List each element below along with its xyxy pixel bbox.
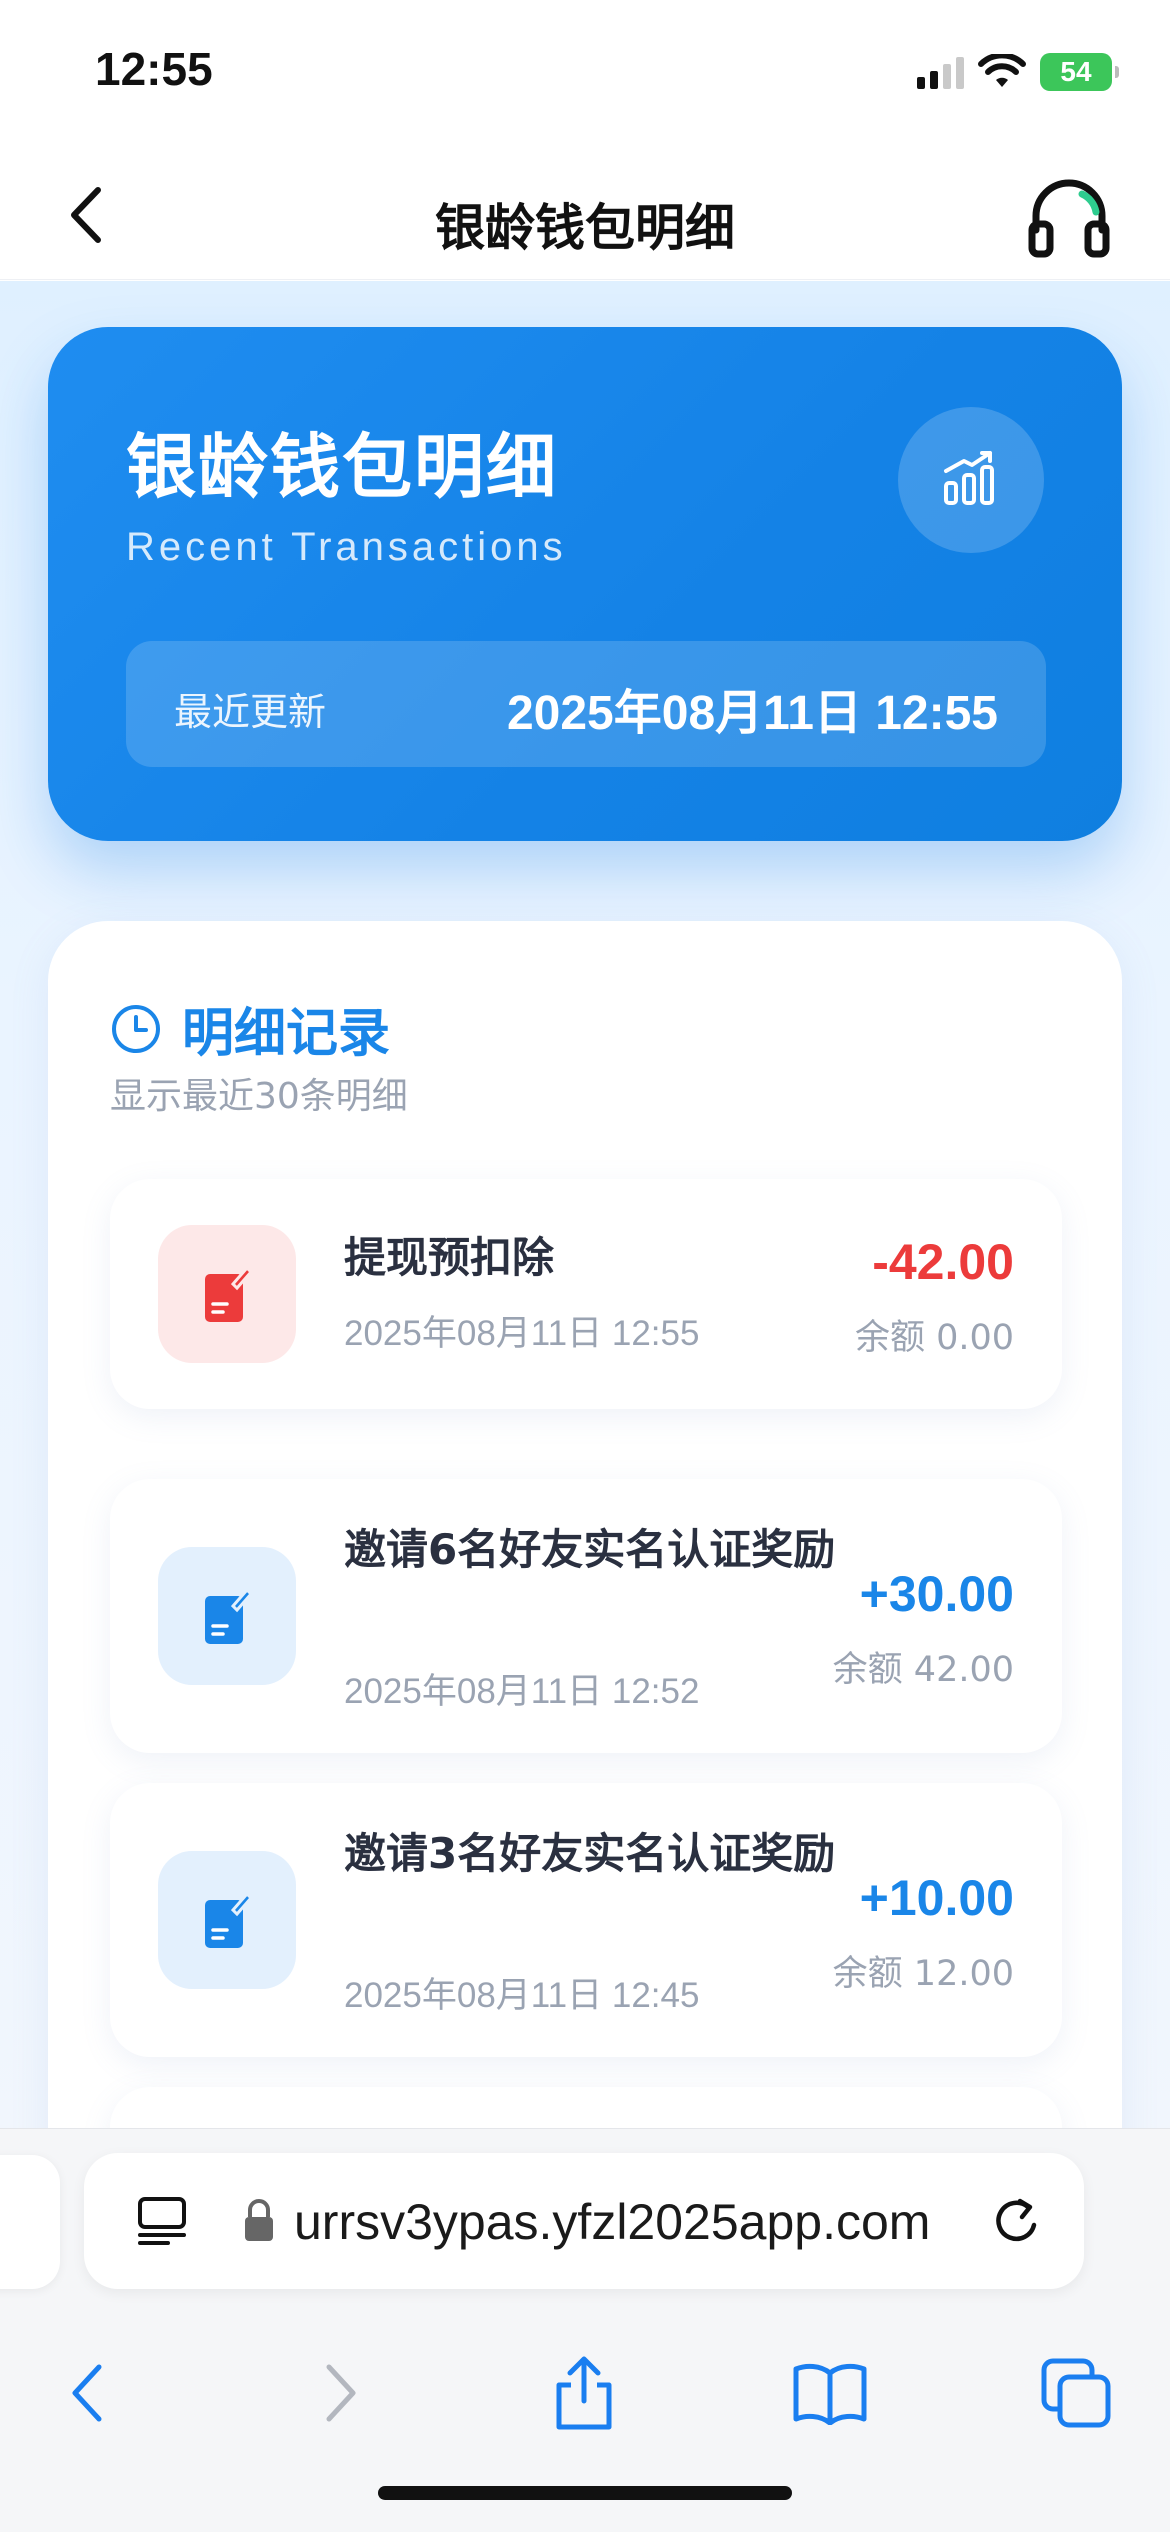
clock-icon [112, 1004, 160, 1053]
reload-icon[interactable] [990, 2195, 1044, 2249]
transaction-title: 邀请3名好友实名认证奖励 [344, 1829, 836, 1878]
back-arrow-icon[interactable] [48, 2353, 128, 2433]
hero-subtitle: Recent Transactions [126, 525, 567, 569]
transaction-item[interactable]: 提现预扣除 2025年08月11日 12:55 -42.00 余额 0.00 [110, 1179, 1062, 1409]
last-updated-label: 最近更新 [174, 690, 327, 734]
share-icon[interactable] [544, 2353, 624, 2433]
transaction-amount: +10.00 [859, 1870, 1014, 1926]
url-text: urrsv3ypas.yfzl2025app.com [294, 2194, 931, 2250]
transaction-item[interactable]: 邀请3名好友实名认证奖励 2025年08月11日 12:45 +10.00 余额… [110, 1783, 1062, 2057]
transaction-balance: 余额 42.00 [832, 1650, 1014, 1690]
document-edit-icon [158, 1851, 296, 1989]
transaction-time: 2025年08月11日 12:52 [344, 1672, 700, 1711]
transaction-title: 邀请6名好友实名认证奖励 [344, 1525, 836, 1574]
transaction-balance: 余额 0.00 [854, 1318, 1014, 1358]
bookmarks-icon[interactable] [790, 2353, 870, 2433]
nav-bar: 银龄钱包明细 [0, 150, 1170, 280]
address-bar[interactable]: urrsv3ypas.yfzl2025app.com [84, 2153, 1084, 2289]
document-edit-icon [158, 1225, 296, 1363]
previous-tab-preview[interactable] [0, 2155, 60, 2289]
records-header: 明细记录 [110, 991, 390, 1066]
headset-icon[interactable] [1024, 172, 1114, 262]
transaction-title: 提现预扣除 [344, 1233, 555, 1282]
transaction-amount: +30.00 [859, 1566, 1014, 1622]
transaction-time: 2025年08月11日 12:45 [344, 1976, 700, 2015]
browser-chrome: urrsv3ypas.yfzl2025app.com [0, 2128, 1170, 2532]
forward-arrow-icon[interactable] [300, 2353, 380, 2433]
records-card: 明细记录 显示最近30条明细 提现预扣除 2025年08月11日 12:55 -… [48, 921, 1122, 2136]
main-content[interactable]: 银龄钱包明细 Recent Transactions 最近更新 2025年08月… [0, 281, 1170, 2136]
transaction-amount: -42.00 [872, 1234, 1014, 1290]
transaction-balance: 余额 12.00 [832, 1954, 1014, 1994]
lock-icon [245, 2199, 273, 2241]
records-subtitle: 显示最近30条明细 [110, 1076, 408, 1117]
transaction-item[interactable]: 邀请6名好友实名认证奖励 2025年08月11日 12:52 +30.00 余额… [110, 1479, 1062, 1753]
page-title: 银龄钱包明细 [435, 199, 735, 257]
cellular-signal-icon [917, 55, 964, 89]
status-bar: 12:55 54 [0, 0, 1170, 150]
document-edit-icon [158, 1547, 296, 1685]
bar-chart-trend-icon [898, 407, 1044, 553]
reader-icon[interactable] [134, 2193, 190, 2249]
wallet-summary-card: 银龄钱包明细 Recent Transactions 最近更新 2025年08月… [48, 327, 1122, 841]
status-time: 12:55 [95, 43, 213, 95]
browser-toolbar [0, 2323, 1170, 2453]
tabs-icon[interactable] [1036, 2353, 1116, 2433]
hero-title: 银龄钱包明细 [126, 426, 558, 508]
wifi-icon [978, 54, 1026, 87]
last-updated-value: 2025年08月11日 12:55 [506, 687, 998, 740]
battery-level: 54 [1060, 56, 1092, 87]
transaction-time: 2025年08月11日 12:55 [344, 1314, 700, 1353]
records-title: 明细记录 [182, 1004, 391, 1064]
last-updated-box: 最近更新 2025年08月11日 12:55 [126, 641, 1046, 767]
status-icons: 54 [917, 50, 1119, 94]
home-indicator [378, 2486, 792, 2500]
battery-icon: 54 [1040, 53, 1119, 91]
